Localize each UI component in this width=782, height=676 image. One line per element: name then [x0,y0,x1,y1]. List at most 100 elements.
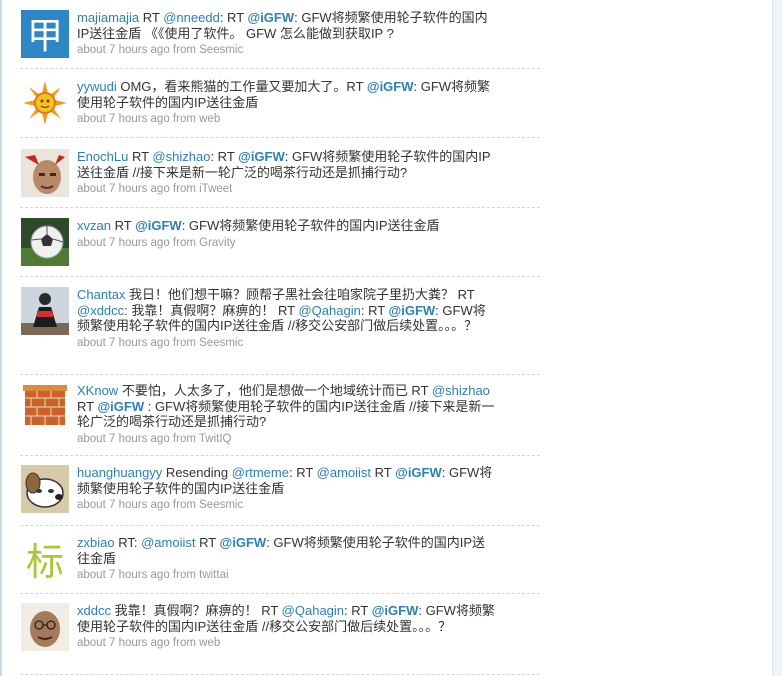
tweet-meta: about 7 hours ago from iTweet [77,182,497,198]
meta-from: from [172,236,196,249]
tweet-content: majiamajia RT @nneedd: RT @iGFW: GFW将频繁使… [77,10,497,59]
tweet-item: xvzan RT @iGFW: GFW将频繁使用轮子软件的国内IP送往金盾 ab… [20,208,540,277]
tweet-text-segment: Resending [162,465,232,480]
tweet-time[interactable]: about 7 hours ago [77,637,170,649]
tweet-text-segment: : GFW将频繁使用轮子软件的国内IP送往金盾 [181,218,440,233]
tweet-item: 标 zxbiao RT: @amoiist RT @iGFW: GFW将频繁使用… [20,526,540,594]
avatar-xknow[interactable] [21,383,69,431]
mention-link[interactable]: @Qahagin [298,303,360,318]
tweet-username[interactable]: xddcc [77,603,111,618]
tweet-source[interactable]: Gravity [199,237,235,249]
mention-link[interactable]: @amoiist [141,535,195,550]
mention-link[interactable]: @Qahagin [282,603,344,618]
tweet-text-segment: 我靠！真假啊？麻痹的！ RT [110,603,282,618]
tweet-text-segment: RT: [114,535,142,550]
tweet-content: XKnow 不要怕，人太多了，他们是想做一个地域统计而已 RT @shizhao… [77,383,497,447]
mention-link-bold[interactable]: @iGFW [238,149,285,164]
tweet-content: xddcc 我靠！真假啊？麻痹的！ RT @Qahagin: RT @iGFW:… [77,603,497,652]
avatar-zxbiao[interactable]: 标 [21,535,69,583]
tweet-time[interactable]: about 7 hours ago [77,337,170,349]
mention-link[interactable]: @rtmeme [232,465,289,480]
tweet-username[interactable]: yywudi [77,79,117,94]
tweet-text-segment: RT [195,535,220,550]
tweet-time[interactable]: about 7 hours ago [77,183,170,195]
meta-from: from [172,432,196,445]
tweet-username[interactable]: XKnow [77,383,118,398]
tweet-meta: about 7 hours ago from Seesmic [77,336,497,352]
tweet-time[interactable]: about 7 hours ago [77,237,170,249]
gandhi-avatar-icon [21,603,69,651]
tweet-text: Chantax 我日！他们想干嘛？顾帮子黑社会往咱家院子里扔大粪？ RT @xd… [77,287,497,334]
tweet-time[interactable]: about 7 hours ago [77,433,170,445]
mention-link-bold[interactable]: @iGFW [395,465,442,480]
tweet-username[interactable]: zxbiao [77,535,115,550]
tweet-text: xvzan RT @iGFW: GFW将频繁使用轮子软件的国内IP送往金盾 [77,218,497,234]
tweet-source[interactable]: Seesmic [199,499,243,511]
tweet-text: EnochLu RT @shizhao: RT @iGFW: GFW将频繁使用轮… [77,149,497,180]
tweet-text-segment: 我日！他们想干嘛？顾帮子黑社会往咱家院子里扔大粪？ RT [125,287,475,302]
tweet-username[interactable]: EnochLu [77,149,128,164]
tweet-meta: about 7 hours ago from web [77,636,497,652]
avatar-xddcc[interactable] [21,603,69,651]
tweet-time[interactable]: about 7 hours ago [77,44,170,56]
meta-from: from [172,183,196,195]
tweet-username[interactable]: Chantax [77,287,125,302]
meta-from: from [172,499,196,511]
tweet-text-segment: : RT [344,603,372,618]
tweet-time[interactable]: about 7 hours ago [77,569,170,581]
tweet-time[interactable]: about 7 hours ago [77,499,170,511]
mention-link-bold[interactable]: @iGFW [135,218,182,233]
tweet-text: majiamajia RT @nneedd: RT @iGFW: GFW将频繁使… [77,10,497,41]
avatar-enochlu[interactable] [21,149,69,197]
tweet-text: huanghuangyy Resending @rtmeme: RT @amoi… [77,465,497,496]
tweet-source[interactable]: iTweet [199,183,232,195]
tweet-username[interactable]: majiamajia [77,10,139,25]
tweet-username[interactable]: xvzan [77,218,111,233]
mention-link-bold[interactable]: @iGFW [372,603,419,618]
avatar-huanghuangyy[interactable] [21,465,69,513]
tweet-content: yywudi OMG，看来熊猫的工作量又要加大了。RT @iGFW: GFW将频… [77,79,497,128]
mention-link-bold[interactable]: @iGFW [97,399,144,414]
jia-avatar-icon: 甲 [21,10,69,58]
tweet-source[interactable]: twittai [199,569,228,581]
right-sidebar-edge [772,0,782,676]
avatar-yywudi[interactable] [21,79,69,127]
tweet-item: yywudi OMG，看来熊猫的工作量又要加大了。RT @iGFW: GFW将频… [20,69,540,138]
mention-link[interactable]: @nneedd [163,10,220,25]
mention-link[interactable]: @xddcc [77,303,124,318]
tweet-source[interactable]: Seesmic [199,337,243,349]
tweet-meta: about 7 hours ago from Seesmic [77,43,497,59]
avatar-chantax[interactable] [21,287,69,335]
avatar-char: 甲 [27,16,63,57]
face-avatar-icon [21,149,69,197]
avatar-xvzan[interactable] [21,218,69,266]
tweet-text-segment: : RT [219,10,248,25]
tweet-username[interactable]: huanghuangyy [77,465,162,480]
tweet-source[interactable]: web [199,637,220,649]
avatar-majiamajia[interactable]: 甲 [21,10,69,58]
tweet-text-segment: 不要怕，人太多了，他们是想做一个地域统计而已 RT [118,383,432,398]
mention-link-bold[interactable]: @iGFW [389,303,436,318]
tweet-source[interactable]: Seesmic [199,44,243,56]
tweet-text-segment: RT [128,149,153,164]
tweet-text: zxbiao RT: @amoiist RT @iGFW: GFW将频繁使用轮子… [77,535,497,566]
mention-link-bold[interactable]: @iGFW [220,535,267,550]
tweet-source[interactable]: TwitIQ [199,433,232,445]
mention-link[interactable]: @amoiist [317,465,371,480]
mention-link-bold[interactable]: @iGFW [367,79,414,94]
tweet-content: zxbiao RT: @amoiist RT @iGFW: GFW将频繁使用轮子… [77,535,497,584]
tweet-item: 甲 majiamajia RT @nneedd: RT @iGFW: GFW将频… [20,2,540,69]
meta-from: from [172,637,196,649]
tweet-source[interactable]: web [199,113,220,125]
tweet-text-segment: : RT [210,149,239,164]
meta-from: from [172,569,196,581]
ball-avatar-icon [21,218,69,266]
tweet-meta: about 7 hours ago from web [77,112,497,128]
tweet-time[interactable]: about 7 hours ago [77,113,170,125]
meta-from: from [172,113,196,125]
mention-link[interactable]: @shizhao [432,383,490,398]
mention-link[interactable]: @shizhao [152,149,210,164]
tweet-meta: about 7 hours ago from Gravity [77,236,497,252]
tweet-text-segment: : RT [288,465,317,480]
mention-link-bold[interactable]: @iGFW [248,10,295,25]
